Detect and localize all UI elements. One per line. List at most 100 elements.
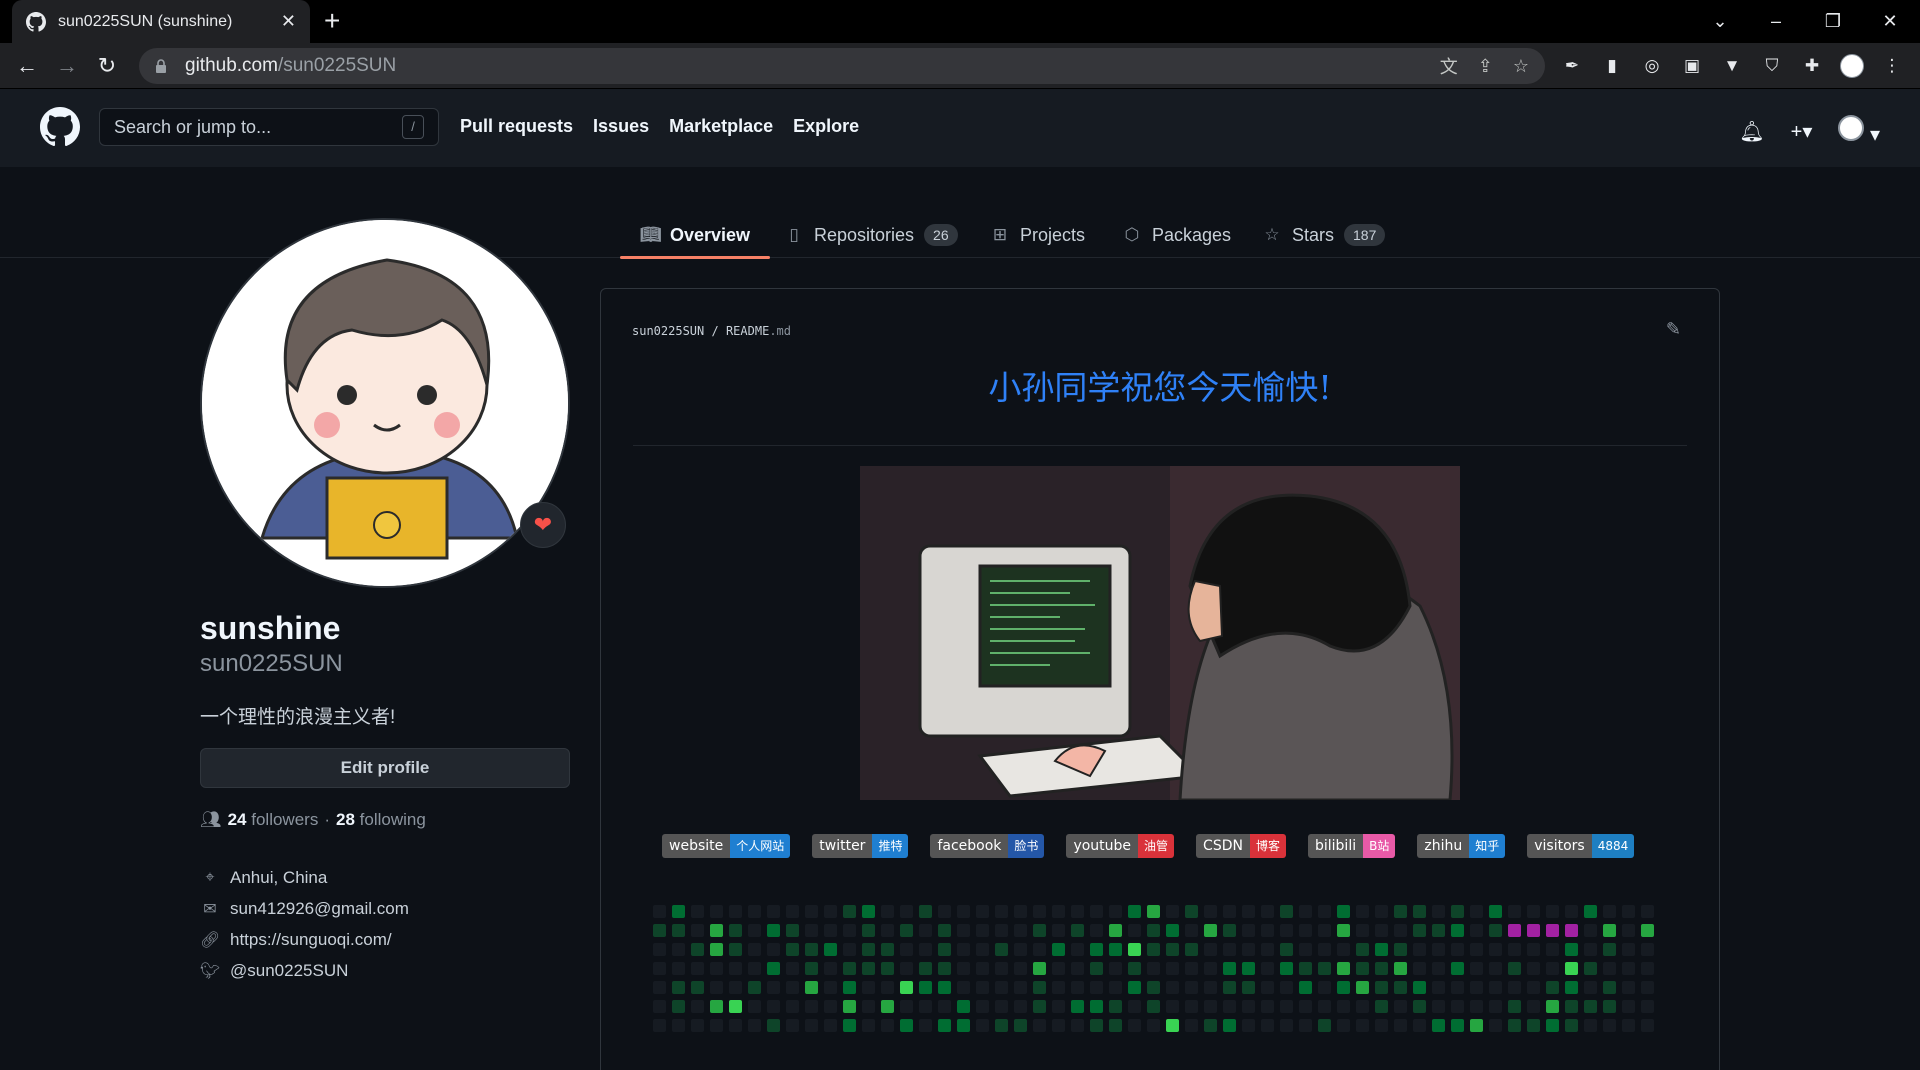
tab-close-icon[interactable]: ✕ [281, 11, 296, 32]
contribution-cell[interactable] [1584, 943, 1597, 956]
contribution-cell[interactable] [1508, 943, 1521, 956]
contribution-cell[interactable] [919, 943, 932, 956]
tab-packages[interactable]: ⬡ Packages [1122, 213, 1231, 257]
contribution-cell[interactable] [1546, 1019, 1559, 1032]
contribution-cell[interactable] [1375, 905, 1388, 918]
contribution-cell[interactable] [767, 1019, 780, 1032]
contribution-cell[interactable] [1584, 1019, 1597, 1032]
contribution-cell[interactable] [1033, 943, 1046, 956]
contribution-cell[interactable] [805, 981, 818, 994]
contribution-cell[interactable] [1565, 905, 1578, 918]
contribution-cell[interactable] [653, 962, 666, 975]
edit-readme-pencil-icon[interactable]: ✎ [1666, 319, 1681, 340]
contribution-cell[interactable] [1432, 1000, 1445, 1013]
contribution-cell[interactable] [843, 962, 856, 975]
contribution-cell[interactable] [1128, 981, 1141, 994]
contribution-cell[interactable] [1470, 943, 1483, 956]
contribution-cell[interactable] [1565, 1019, 1578, 1032]
contribution-cell[interactable] [1280, 1019, 1293, 1032]
contribution-cell[interactable] [1451, 1000, 1464, 1013]
contribution-cell[interactable] [1622, 962, 1635, 975]
contribution-cell[interactable] [1242, 1000, 1255, 1013]
contribution-cell[interactable] [1033, 981, 1046, 994]
contribution-cell[interactable] [1071, 1000, 1084, 1013]
contribution-cell[interactable] [1527, 1000, 1540, 1013]
contribution-cell[interactable] [1508, 924, 1521, 937]
contribution-cell[interactable] [1603, 905, 1616, 918]
contribution-cell[interactable] [1261, 943, 1274, 956]
contribution-cell[interactable] [1337, 981, 1350, 994]
badge-twitter[interactable]: twitter 推特 [812, 834, 909, 858]
contribution-cell[interactable] [786, 981, 799, 994]
contribution-cell[interactable] [995, 943, 1008, 956]
reload-icon[interactable]: ↻ [92, 51, 122, 81]
contribution-cell[interactable] [1413, 943, 1426, 956]
contribution-cell[interactable] [881, 962, 894, 975]
badge-facebook[interactable]: facebook 脸书 [930, 834, 1045, 858]
email-link[interactable]: sun412926@gmail.com [230, 899, 409, 919]
translate-icon[interactable]: 文 [1440, 53, 1458, 79]
contribution-cell[interactable] [1299, 962, 1312, 975]
nav-pull-requests[interactable]: Pull requests [460, 116, 573, 137]
contribution-cell[interactable] [995, 962, 1008, 975]
contribution-cell[interactable] [1641, 924, 1654, 937]
contribution-cell[interactable] [1147, 1019, 1160, 1032]
contribution-cell[interactable] [1223, 962, 1236, 975]
contribution-cell[interactable] [1242, 1019, 1255, 1032]
contribution-cell[interactable] [1280, 905, 1293, 918]
contribution-cell[interactable] [1147, 943, 1160, 956]
contribution-cell[interactable] [1318, 943, 1331, 956]
contribution-cell[interactable] [881, 905, 894, 918]
extension-shield-icon[interactable]: ⛉ [1760, 54, 1784, 78]
contribution-cell[interactable] [1033, 1000, 1046, 1013]
followers-link[interactable]: 24 followers [228, 810, 319, 830]
contribution-cell[interactable] [976, 962, 989, 975]
contribution-cell[interactable] [1223, 924, 1236, 937]
contribution-cell[interactable] [1071, 924, 1084, 937]
window-close-icon[interactable]: ✕ [1870, 6, 1910, 36]
contribution-cell[interactable] [1052, 981, 1065, 994]
contribution-cell[interactable] [1565, 962, 1578, 975]
minimize-icon[interactable]: – [1756, 6, 1796, 36]
contribution-cell[interactable] [900, 1019, 913, 1032]
contribution-cell[interactable] [767, 1000, 780, 1013]
contribution-cell[interactable] [957, 924, 970, 937]
contribution-cell[interactable] [1242, 962, 1255, 975]
contribution-cell[interactable] [1394, 905, 1407, 918]
contribution-cell[interactable] [824, 962, 837, 975]
contribution-cell[interactable] [881, 981, 894, 994]
user-menu-avatar[interactable]: ▾ [1838, 115, 1880, 147]
contribution-cell[interactable] [1280, 924, 1293, 937]
contribution-cell[interactable] [1622, 905, 1635, 918]
contribution-cell[interactable] [1413, 981, 1426, 994]
website-link[interactable]: https://sunguoqi.com/ [230, 930, 392, 950]
contribution-cell[interactable] [1394, 1000, 1407, 1013]
forward-icon[interactable]: → [52, 51, 82, 81]
contribution-cell[interactable] [1489, 1000, 1502, 1013]
contribution-cell[interactable] [1375, 1000, 1388, 1013]
contribution-cell[interactable] [1546, 943, 1559, 956]
extensions-puzzle-icon[interactable]: ✚ [1800, 54, 1824, 78]
contribution-cell[interactable] [995, 924, 1008, 937]
contribution-cell[interactable] [1337, 905, 1350, 918]
contribution-cell[interactable] [1584, 962, 1597, 975]
contribution-cell[interactable] [1242, 905, 1255, 918]
contribution-cell[interactable] [1033, 1019, 1046, 1032]
contribution-cell[interactable] [805, 905, 818, 918]
contribution-cell[interactable] [786, 905, 799, 918]
contribution-cell[interactable] [1508, 962, 1521, 975]
readme-owner-link[interactable]: sun0225SUN [632, 324, 704, 338]
contribution-cell[interactable] [1014, 962, 1027, 975]
contribution-cell[interactable] [1622, 1019, 1635, 1032]
contribution-cell[interactable] [1128, 943, 1141, 956]
contribution-cell[interactable] [691, 962, 704, 975]
twitter-link[interactable]: @sun0225SUN [230, 961, 348, 981]
contribution-cell[interactable] [653, 905, 666, 918]
contribution-cell[interactable] [1413, 1000, 1426, 1013]
contribution-cell[interactable] [1223, 1000, 1236, 1013]
contribution-cell[interactable] [1128, 924, 1141, 937]
contribution-cell[interactable] [1071, 962, 1084, 975]
contribution-cell[interactable] [1261, 962, 1274, 975]
contribution-cell[interactable] [1204, 905, 1217, 918]
contribution-cell[interactable] [1014, 1019, 1027, 1032]
